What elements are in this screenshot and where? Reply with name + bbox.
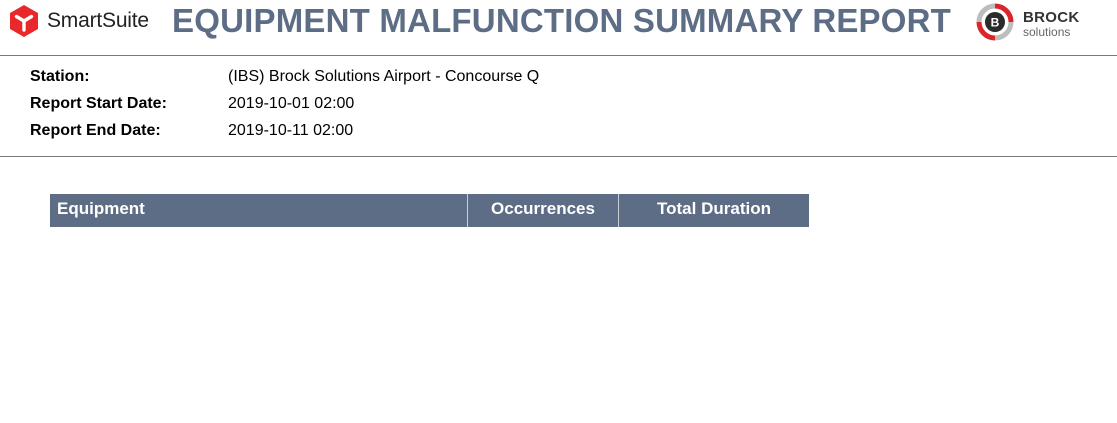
column-header-equipment: Equipment [50, 194, 468, 227]
smartsuite-brand-name: SmartSuite [47, 9, 149, 32]
brock-badge-letter: B [991, 15, 1000, 29]
brock-logo-icon: B [975, 2, 1015, 47]
brock-brand-name: BROCK [1023, 9, 1080, 26]
station-label: Station: [30, 67, 90, 85]
meta-row-station: Station: (IBS) Brock Solutions Airport -… [30, 63, 539, 90]
start-date-label: Report Start Date: [30, 94, 167, 112]
brock-logo: B BROCK solutions [975, 2, 1080, 47]
column-header-total-duration: Total Duration [657, 199, 771, 218]
end-date-value: 2019-10-11 02:00 [228, 121, 354, 139]
report-header: SmartSuite EQUIPMENT MALFUNCTION SUMMARY… [0, 0, 1117, 48]
meta-divider [0, 156, 1117, 157]
smartsuite-logo-icon [8, 4, 40, 38]
end-date-label: Report End Date: [30, 121, 161, 139]
smartsuite-logo: SmartSuite [8, 3, 149, 39]
page-title: EQUIPMENT MALFUNCTION SUMMARY REPORT [172, 2, 952, 39]
malfunction-table-header: Equipment Occurrences Total Duration [50, 194, 809, 227]
column-header-occurrences: Occurrences [468, 194, 619, 227]
brock-brand-subtitle: solutions [1023, 25, 1071, 39]
start-date-value: 2019-10-01 02:00 [228, 94, 355, 112]
meta-row-start-date: Report Start Date: 2019-10-01 02:00 [30, 90, 539, 117]
station-value: (IBS) Brock Solutions Airport - Concours… [228, 67, 540, 85]
meta-row-end-date: Report End Date: 2019-10-11 02:00 [30, 117, 539, 144]
report-meta: Station: (IBS) Brock Solutions Airport -… [30, 63, 539, 144]
header-divider [0, 55, 1117, 56]
